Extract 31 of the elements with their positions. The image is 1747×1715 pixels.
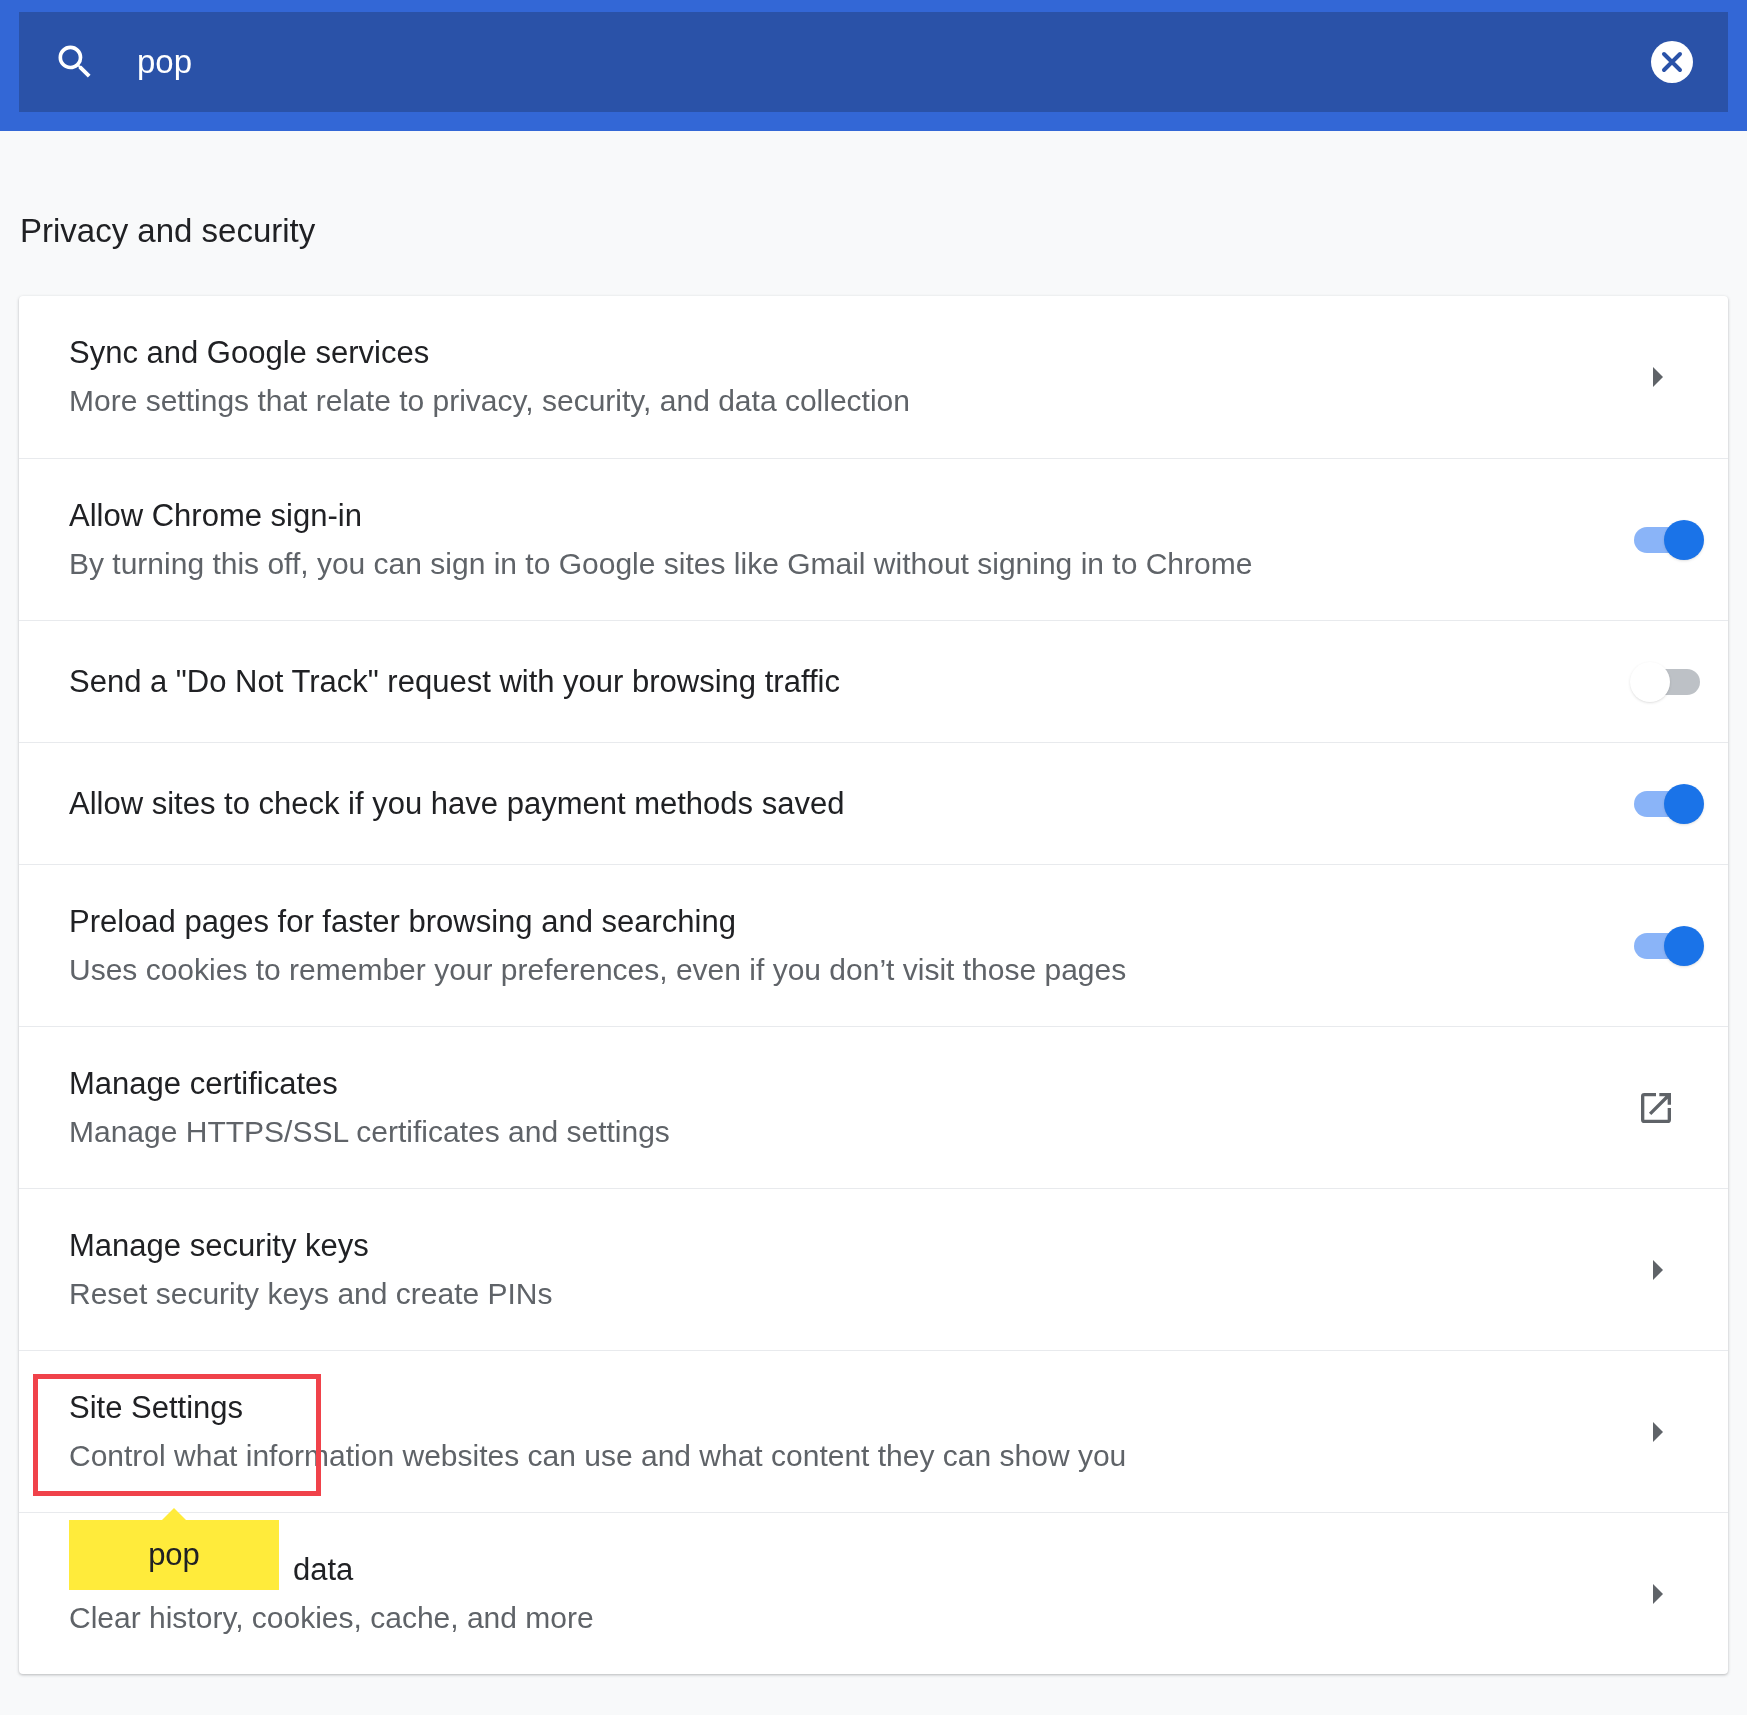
settings-row[interactable]: Send a "Do Not Track" request with your browsing traffic: [19, 620, 1728, 742]
search-text: pop: [137, 42, 194, 83]
row-subtitle: Clear history, cookies, cache, and more: [69, 1599, 595, 1636]
row-subtitle: Uses cookies to remember your preferences, even if you don’t visit those pages: [69, 951, 1128, 988]
arrow-right-icon[interactable]: [1652, 1583, 1664, 1604]
row-subtitle: Manage HTTPS/SSL certificates and settings: [69, 1113, 671, 1150]
row-title: Send a "Do Not Track" request with your browsing traffic: [69, 662, 841, 701]
arrow-right-icon[interactable]: [1652, 1259, 1664, 1280]
settings-row[interactable]: Allow Chrome sign-in By turning this off, you can sign in to Google sites like Gmail without signing in to Chrome: [19, 458, 1728, 620]
search-field[interactable]: pop: [19, 12, 1728, 112]
row-title: Manage certificates: [69, 1064, 339, 1103]
arrow-right-icon[interactable]: [1652, 1421, 1664, 1442]
row-title: data: [293, 1550, 355, 1589]
settings-row[interactable]: Allow sites to check if you have payment methods saved: [19, 742, 1728, 864]
row-subtitle: More settings that relate to privacy, security, and data collection: [69, 383, 911, 419]
row-subtitle: Reset security keys and create PINs: [69, 1275, 554, 1312]
row-title: Allow Chrome sign-in: [69, 496, 363, 535]
settings-row[interactable]: Manage security keys Reset security keys and create PINs: [19, 1188, 1728, 1350]
row-title: Sync and Google services: [69, 334, 431, 372]
row-subtitle: By turning this off, you can sign in to Google sites like Gmail without signing in to Chrome: [69, 545, 1254, 582]
row-title: Preload pages for faster browsing and searching: [69, 902, 737, 941]
settings-row[interactable]: Manage certificates Manage HTTPS/SSL certificates and settings: [19, 1026, 1728, 1188]
row-title: Allow sites to check if you have payment methods saved: [69, 784, 846, 823]
settings-row[interactable]: Sync and Google services More settings that relate to privacy, security, and data collection: [19, 296, 1728, 458]
clear-search-icon[interactable]: [1650, 40, 1694, 84]
row-title: Site Settings: [69, 1388, 245, 1427]
search-match-bubble: pop: [69, 1520, 279, 1590]
section-title: Privacy and security: [20, 211, 317, 251]
settings-row[interactable]: Preload pages for faster browsing and searching Uses cookies to remember your preferences, even if you don’t visit those pages: [19, 864, 1728, 1026]
row-title: Manage security keys: [69, 1226, 370, 1265]
arrow-right-icon[interactable]: [1652, 367, 1664, 387]
